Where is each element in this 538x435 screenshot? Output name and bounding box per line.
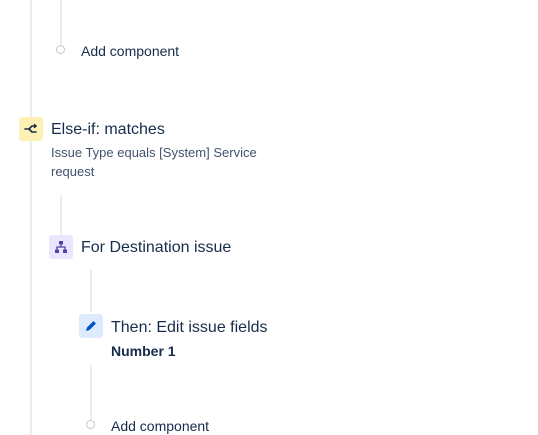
automation-rule-canvas: Add component Else-if: matches Issue Typ… [0, 0, 538, 435]
hierarchy-icon [55, 241, 67, 253]
edit-action-card-icon[interactable] [79, 314, 103, 338]
add-component-dot [56, 45, 65, 54]
add-component-button-bottom[interactable]: Add component [111, 417, 209, 435]
else-if-condition-card-icon[interactable] [19, 117, 43, 141]
connector-line-outer [30, 0, 32, 435]
connector-line-for-branch [90, 270, 92, 312]
connector-line-edit [90, 365, 92, 420]
add-component-button[interactable]: Add component [81, 42, 179, 60]
pencil-icon [86, 321, 96, 331]
branch-icon [24, 123, 37, 133]
for-branch-title[interactable]: For Destination issue [81, 238, 231, 258]
connector-line-top [60, 0, 62, 44]
else-if-title[interactable]: Else-if: matches [51, 120, 165, 140]
connector-line-else-if [60, 195, 62, 235]
else-if-description: Issue Type equals [System] Service reque… [51, 145, 257, 179]
add-component-dot-bottom [86, 420, 95, 429]
edit-action-title[interactable]: Then: Edit issue fields [111, 318, 268, 338]
edit-action-field-name: Number 1 [111, 343, 176, 359]
for-branch-card-icon[interactable] [49, 235, 73, 259]
